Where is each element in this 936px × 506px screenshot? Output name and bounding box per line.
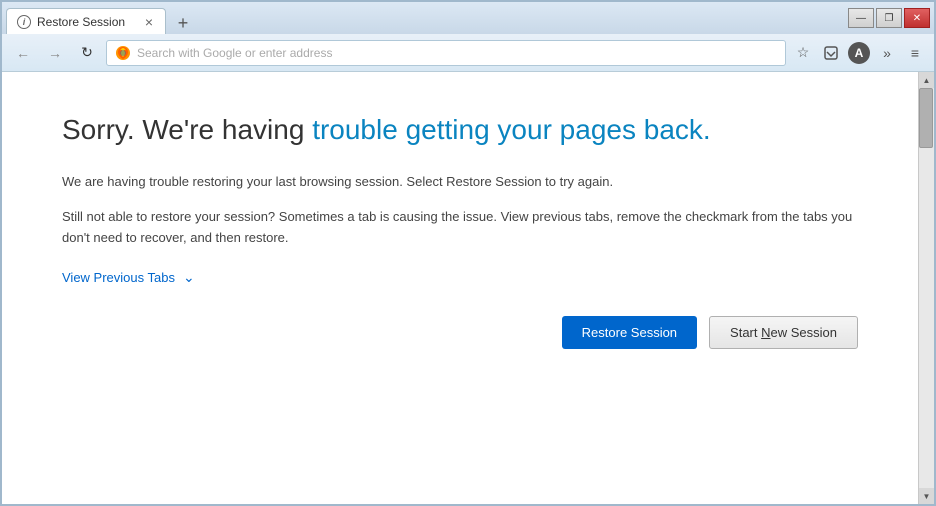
scroll-thumb[interactable] [919,88,933,148]
paragraph-1: We are having trouble restoring your las… [62,172,858,193]
view-previous-tabs-section: View Previous Tabs ⌄ [62,269,858,286]
active-tab[interactable]: i Restore Session × [6,8,166,34]
view-previous-tabs-link[interactable]: View Previous Tabs [62,270,175,285]
scroll-up-arrow[interactable]: ▲ [919,72,934,88]
scroll-track[interactable] [919,88,934,488]
tabs-area: i Restore Session × + [6,2,848,34]
tab-title: Restore Session [37,15,137,29]
back-button[interactable]: ← [10,40,36,66]
start-new-session-button[interactable]: Start New Session [709,316,858,349]
scroll-down-arrow[interactable]: ▼ [919,488,934,504]
action-buttons: Restore Session Start New Session [62,316,858,349]
close-button[interactable]: ✕ [904,8,930,28]
forward-button[interactable]: → [42,40,68,66]
underlined-n: N [761,325,770,340]
content-wrapper: Sorry. We're having trouble getting your… [2,72,934,504]
restore-button[interactable]: ❐ [876,8,902,28]
browser-window: i Restore Session × + — ❐ ✕ ← → ↻ Searc [0,0,936,506]
heading-highlight: trouble getting your pages back. [312,114,710,145]
pocket-icon[interactable] [820,42,842,64]
nav-icons-group: ☆ A » ≡ [792,42,926,64]
chevron-down-icon[interactable]: ⌄ [183,269,195,286]
restore-session-button[interactable]: Restore Session [562,316,697,349]
paragraph-2: Still not able to restore your session? … [62,207,858,249]
account-avatar[interactable]: A [848,42,870,64]
page-content: Sorry. We're having trouble getting your… [2,72,918,504]
bookmark-star-icon[interactable]: ☆ [792,42,814,64]
address-bar[interactable]: Search with Google or enter address [106,40,786,66]
reload-button[interactable]: ↻ [74,40,100,66]
titlebar: i Restore Session × + — ❐ ✕ [2,2,934,34]
main-heading: Sorry. We're having trouble getting your… [62,112,858,148]
overflow-button[interactable]: » [876,42,898,64]
tab-close-button[interactable]: × [143,15,155,29]
minimize-button[interactable]: — [848,8,874,28]
firefox-logo-icon [115,45,131,61]
address-placeholder: Search with Google or enter address [137,46,332,60]
window-controls: — ❐ ✕ [848,8,930,28]
navigation-bar: ← → ↻ Search with Google or enter addres… [2,34,934,72]
scrollbar[interactable]: ▲ ▼ [918,72,934,504]
tab-icon: i [17,15,31,29]
new-tab-button[interactable]: + [170,12,196,34]
menu-button[interactable]: ≡ [904,42,926,64]
